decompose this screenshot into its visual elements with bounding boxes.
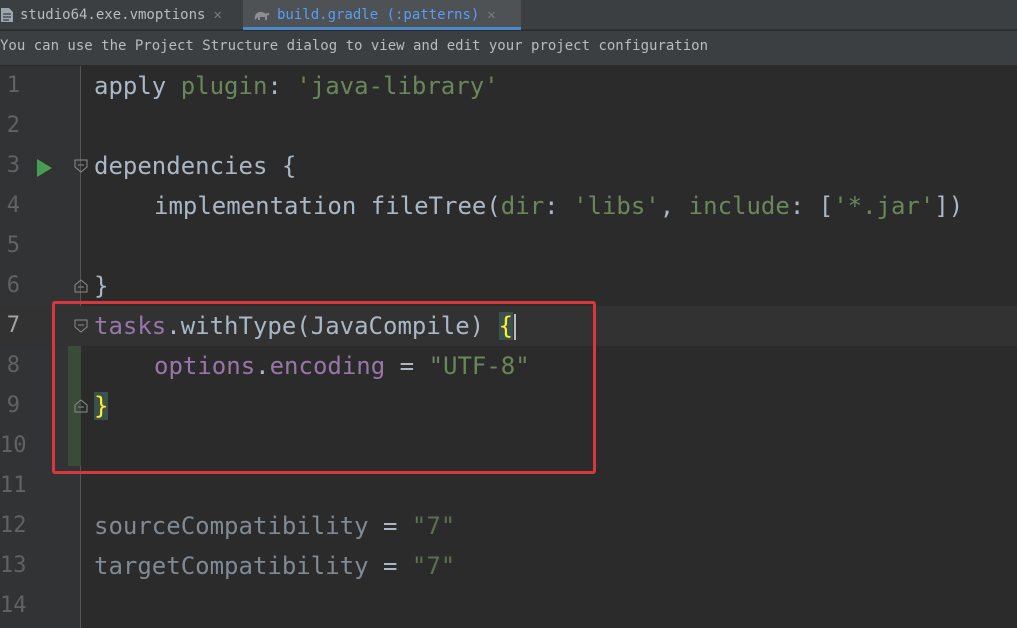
fold-close-icon[interactable]	[74, 399, 88, 413]
code-line: 4 implementation fileTree(dir: 'libs', i…	[0, 186, 1017, 226]
matched-brace: }	[94, 392, 109, 420]
line-number: 11	[0, 473, 27, 498]
line-number: 5	[6, 233, 20, 258]
close-tab-icon[interactable]: ✕	[213, 7, 221, 23]
close-tab-icon[interactable]: ✕	[487, 7, 495, 23]
token: include	[688, 192, 790, 220]
token: encoding	[269, 352, 386, 380]
line-number: 14	[0, 593, 27, 618]
token: 'java-library'	[296, 72, 499, 100]
code-text: }	[94, 266, 108, 306]
token: 'libs'	[573, 192, 660, 220]
code-line: 6 }	[0, 266, 1017, 306]
line-number: 6	[6, 273, 20, 298]
code-line: 10	[0, 426, 1017, 466]
tab-label: studio64.exe.vmoptions	[20, 7, 206, 23]
fold-close-icon[interactable]	[74, 279, 88, 293]
token: =	[385, 352, 429, 380]
token: =	[368, 552, 412, 580]
token: '*.jar'	[833, 192, 935, 220]
code-line: 13 targetCompatibility = "7"	[0, 546, 1017, 586]
code-line: 11	[0, 466, 1017, 506]
token: dir	[500, 192, 545, 220]
token: tasks	[94, 312, 167, 340]
token: :	[789, 192, 819, 220]
token: targetCompatibility	[94, 552, 369, 580]
code-line: 12 sourceCompatibility = "7"	[0, 506, 1017, 546]
tab-build-gradle[interactable]: build.gradle (:patterns) ✕	[243, 0, 521, 30]
code-text: implementation fileTree(dir: 'libs', inc…	[154, 186, 963, 226]
code-text: }	[94, 386, 109, 426]
line-number: 4	[6, 193, 20, 218]
line-number: 2	[6, 113, 20, 138]
code-line: 8 options.encoding = "UTF-8"	[0, 346, 1017, 386]
token: {	[281, 152, 297, 180]
code-line: 5	[0, 226, 1017, 266]
token: .	[255, 352, 270, 380]
code-text: targetCompatibility = "7"	[94, 546, 455, 586]
line-number: 3	[6, 153, 20, 178]
code-line: 9 }	[0, 386, 1017, 426]
token: apply	[94, 72, 167, 100]
token: plugin	[180, 72, 268, 100]
gradle-elephant-icon	[254, 12, 270, 20]
tab-label: build.gradle (:patterns)	[277, 7, 480, 23]
code-line: 2	[0, 106, 1017, 146]
tab-studio64-vmoptions[interactable]: studio64.exe.vmoptions ✕	[0, 0, 243, 30]
token: :	[267, 72, 282, 100]
code-text: apply plugin: 'java-library'	[94, 66, 499, 106]
token: .withType(JavaCompile)	[166, 312, 499, 340]
run-gutter-icon[interactable]	[37, 159, 52, 177]
code-line-current: 7 tasks.withType(JavaCompile) {	[0, 306, 1017, 346]
text-caret	[514, 314, 517, 340]
notification-text: You can use the Project Structure dialog…	[0, 38, 709, 54]
token: [	[818, 192, 834, 220]
code-line: 1 apply plugin: 'java-library'	[0, 66, 1017, 106]
line-number: 12	[0, 513, 27, 538]
token: dependencies	[94, 152, 268, 180]
token: ])	[934, 192, 964, 220]
token: =	[368, 512, 412, 540]
project-structure-notification: You can use the Project Structure dialog…	[0, 31, 1017, 66]
token: }	[94, 272, 109, 300]
code-editor[interactable]: 1 apply plugin: 'java-library' 2 3 depen…	[0, 66, 1017, 628]
line-number: 1	[6, 73, 20, 98]
token: options	[154, 352, 256, 380]
matched-brace: {	[498, 312, 514, 340]
code-line: 3 dependencies {	[0, 146, 1017, 186]
token: :	[544, 192, 574, 220]
token: "UTF-8"	[428, 352, 530, 380]
code-text: tasks.withType(JavaCompile) {	[94, 306, 517, 346]
file-icon	[1, 8, 13, 22]
fold-open-icon[interactable]	[74, 319, 88, 333]
code-text: sourceCompatibility = "7"	[94, 506, 455, 546]
code-line: 14	[0, 586, 1017, 626]
code-text: dependencies {	[94, 146, 296, 186]
fold-open-icon[interactable]	[74, 159, 88, 173]
line-number: 9	[6, 393, 20, 418]
line-number: 8	[6, 353, 20, 378]
editor-tab-bar: studio64.exe.vmoptions ✕ build.gradle (:…	[0, 0, 1017, 30]
token: "7"	[411, 512, 456, 540]
token: ,	[659, 192, 689, 220]
token: sourceCompatibility	[94, 512, 369, 540]
token: implementation	[154, 192, 357, 220]
line-number: 7	[6, 313, 20, 338]
code-text: options.encoding = "UTF-8"	[154, 346, 530, 386]
token: "7"	[411, 552, 456, 580]
line-number: 10	[0, 433, 27, 458]
line-number: 13	[0, 553, 27, 578]
token: fileTree(	[370, 192, 501, 220]
